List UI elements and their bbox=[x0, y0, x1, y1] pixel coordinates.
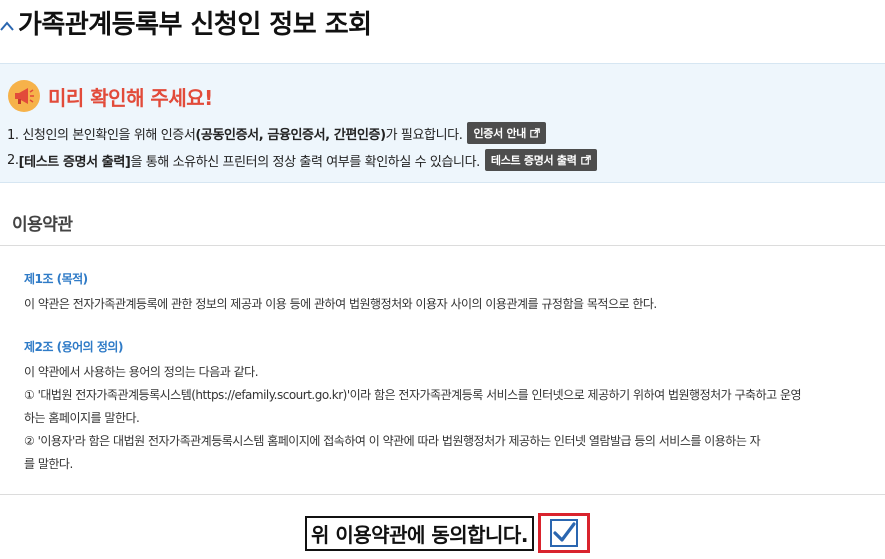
article-1: 제1조 (목적) 이 약관은 전자가족관계등록에 관한 정보의 제공과 이용 등… bbox=[24, 270, 874, 316]
external-link-icon bbox=[530, 128, 540, 138]
test-print-button[interactable]: 테스트 증명서 출력 bbox=[484, 149, 597, 171]
terms-section-title: 이용약관 bbox=[12, 215, 73, 235]
terms-content: 제1조 (목적) 이 약관은 전자가족관계등록에 관한 정보의 제공과 이용 등… bbox=[24, 270, 874, 490]
article-2: 제2조 (용어의 정의) 이 약관에서 사용하는 용어의 정의는 다음과 같다.… bbox=[24, 338, 874, 476]
agreement-checkbox[interactable] bbox=[549, 519, 578, 547]
external-link-icon bbox=[580, 155, 591, 165]
notice-line-2: 2. [테스트 증명서 출력] 을 통해 소유하신 프린터의 정상 출력 여부를… bbox=[7, 149, 597, 171]
article-2-line: ① '대법원 전자가족관계등록시스템(https://efamily.scour… bbox=[24, 388, 802, 402]
page: 가족관계등록부 신청인 정보 조회 미리 확인해 주세요! 1. 신청인의 본인… bbox=[0, 0, 885, 559]
page-title: 가족관계등록부 신청인 정보 조회 bbox=[18, 10, 372, 40]
notice-line-2-suffix: 을 통해 소유하신 프린터의 정상 출력 여부를 확인하실 수 있습니다. bbox=[130, 154, 480, 170]
notice-box: 미리 확인해 주세요! 1. 신청인의 본인확인을 위해 인증서 (공동인증서,… bbox=[0, 63, 885, 183]
notice-line-1-suffix: 가 필요합니다. bbox=[385, 127, 463, 143]
notice-line-1-bold: (공동인증서, 금융인증서, 간편인증) bbox=[195, 127, 386, 143]
notice-line-1: 1. 신청인의 본인확인을 위해 인증서 (공동인증서, 금융인증서, 간편인증… bbox=[7, 122, 547, 144]
check-icon bbox=[553, 522, 576, 542]
article-2-line: 하는 홈페이지를 말한다. bbox=[24, 411, 140, 425]
article-2-line: 를 말한다. bbox=[24, 457, 73, 471]
article-1-line: 이 약관은 전자가족관계등록에 관한 정보의 제공과 이용 등에 관하여 법원행… bbox=[24, 297, 657, 311]
agreement-label[interactable]: 위 이용약관에 동의합니다. bbox=[305, 515, 534, 551]
notice-line-2-prefix: 2. bbox=[7, 152, 19, 168]
agreement-row: 위 이용약관에 동의합니다. bbox=[305, 513, 590, 553]
notice-title: 미리 확인해 주세요! bbox=[48, 85, 213, 110]
agreement-highlight-box bbox=[537, 513, 590, 553]
divider bbox=[0, 494, 885, 495]
certificate-guide-label: 인증서 안내 bbox=[473, 127, 527, 140]
test-print-label: 테스트 증명서 출력 bbox=[490, 154, 577, 167]
notice-header: 미리 확인해 주세요! bbox=[8, 80, 213, 112]
megaphone-icon bbox=[8, 80, 40, 112]
notice-line-1-prefix: 1. 신청인의 본인확인을 위해 인증서 bbox=[7, 127, 196, 143]
chevron-icon[interactable] bbox=[0, 14, 14, 34]
article-2-line: ② '이용자'라 함은 대법원 전자가족관계등록시스템 홈페이지에 접속하여 이… bbox=[24, 434, 761, 448]
article-2-line: 이 약관에서 사용하는 용어의 정의는 다음과 같다. bbox=[24, 365, 259, 379]
article-2-heading: 제2조 (용어의 정의) bbox=[24, 340, 123, 354]
divider bbox=[0, 245, 885, 246]
page-header: 가족관계등록부 신청인 정보 조회 bbox=[0, 0, 885, 50]
notice-line-2-bold: [테스트 증명서 출력] bbox=[18, 154, 131, 170]
certificate-guide-button[interactable]: 인증서 안내 bbox=[467, 122, 547, 144]
article-1-heading: 제1조 (목적) bbox=[24, 272, 88, 286]
